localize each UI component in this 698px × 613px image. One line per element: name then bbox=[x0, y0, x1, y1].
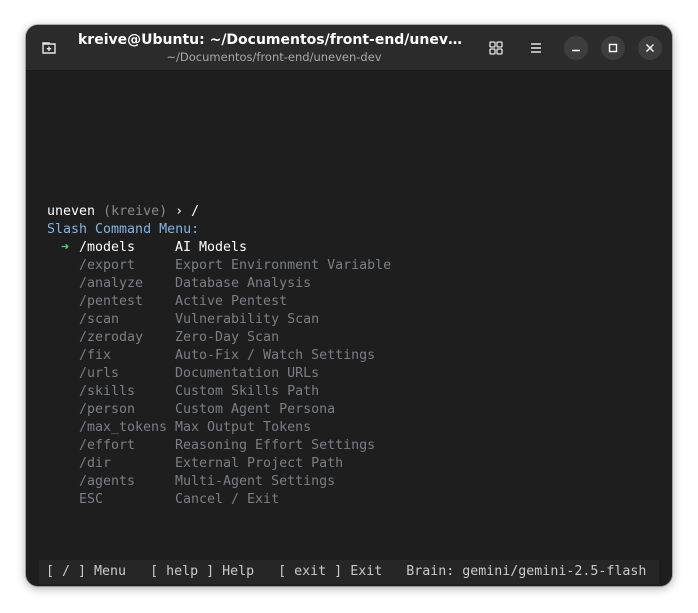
command-item[interactable]: /skills Custom Skills Path bbox=[47, 383, 319, 401]
prompt-app: uneven bbox=[47, 204, 96, 219]
status-brain: Brain: gemini/gemini-2.5-flash bbox=[406, 564, 647, 579]
menu-title: Slash Command Menu: bbox=[47, 222, 200, 237]
command-description: AI Models bbox=[175, 240, 248, 255]
command-description: Documentation URLs bbox=[175, 366, 320, 381]
command-description: Auto-Fix / Watch Settings bbox=[175, 348, 376, 363]
window-subtitle: ~/Documentos/front-end/uneven-dev bbox=[166, 50, 382, 64]
command-item[interactable]: ESC Cancel / Exit bbox=[47, 491, 279, 509]
prompt-user: (kreive) bbox=[103, 204, 168, 219]
window-title: kreive@Ubuntu: ~/Documentos/front-end/un… bbox=[78, 32, 470, 48]
new-tab-icon[interactable] bbox=[40, 39, 58, 57]
title-bar: kreive@Ubuntu: ~/Documentos/front-end/un… bbox=[26, 25, 672, 71]
maximize-button[interactable] bbox=[601, 36, 625, 60]
command-name: /dir bbox=[79, 456, 112, 471]
prompt-line: uneven (kreive) › / bbox=[47, 203, 199, 221]
minimize-button[interactable] bbox=[564, 36, 588, 60]
command-name: /analyze bbox=[79, 276, 144, 291]
command-description: Custom Skills Path bbox=[175, 384, 320, 399]
grid-icon[interactable] bbox=[487, 39, 505, 57]
command-name: /export bbox=[79, 258, 136, 273]
command-name: /scan bbox=[79, 312, 120, 327]
command-item[interactable]: /person Custom Agent Persona bbox=[47, 401, 335, 419]
close-button[interactable] bbox=[638, 36, 662, 60]
command-item[interactable]: /fix Auto-Fix / Watch Settings bbox=[47, 347, 375, 365]
command-name: /max_tokens bbox=[79, 420, 168, 435]
status-bar: [ / ] Menu [ help ] Help [ exit ] Exit Brai… bbox=[39, 560, 659, 584]
command-item[interactable]: /analyze Database Analysis bbox=[47, 275, 311, 293]
command-item-selected[interactable]: ➜ /models AI Models bbox=[47, 239, 247, 257]
command-name: /person bbox=[79, 402, 136, 417]
command-item[interactable]: /zeroday Zero-Day Scan bbox=[47, 329, 279, 347]
command-name: /agents bbox=[79, 474, 136, 489]
command-description: External Project Path bbox=[175, 456, 344, 471]
command-item[interactable]: /export Export Environment Variable bbox=[47, 257, 391, 275]
command-description: Export Environment Variable bbox=[175, 258, 392, 273]
prompt-input: / bbox=[191, 204, 200, 219]
status-menu: [ / ] Menu bbox=[46, 564, 127, 579]
selector-arrow-icon: ➜ bbox=[61, 240, 70, 255]
command-name: /pentest bbox=[79, 294, 144, 309]
command-name: /skills bbox=[79, 384, 136, 399]
command-name: /effort bbox=[79, 438, 136, 453]
command-name: /urls bbox=[79, 366, 120, 381]
command-name: /zeroday bbox=[79, 330, 144, 345]
command-name: /fix bbox=[79, 348, 112, 363]
command-description: Multi-Agent Settings bbox=[175, 474, 336, 489]
command-description: Max Output Tokens bbox=[175, 420, 312, 435]
command-item[interactable]: /pentest Active Pentest bbox=[47, 293, 287, 311]
command-item[interactable]: /urls Documentation URLs bbox=[47, 365, 319, 383]
minimize-icon bbox=[572, 49, 580, 52]
command-description: Cancel / Exit bbox=[175, 492, 280, 507]
command-description: Vulnerability Scan bbox=[175, 312, 320, 327]
command-name: ESC bbox=[79, 492, 104, 507]
command-name: /models bbox=[79, 240, 136, 255]
command-description: Database Analysis bbox=[175, 276, 312, 291]
command-item[interactable]: /dir External Project Path bbox=[47, 455, 343, 473]
command-description: Reasoning Effort Settings bbox=[175, 438, 376, 453]
command-item[interactable]: /effort Reasoning Effort Settings bbox=[47, 437, 375, 455]
close-icon bbox=[645, 43, 655, 53]
command-description: Zero-Day Scan bbox=[175, 330, 280, 345]
terminal-content[interactable]: uneven (kreive) › / Slash Command Menu: … bbox=[26, 71, 672, 586]
command-description: Active Pentest bbox=[175, 294, 288, 309]
terminal-window: kreive@Ubuntu: ~/Documentos/front-end/un… bbox=[26, 25, 672, 586]
command-item[interactable]: /max_tokens Max Output Tokens bbox=[47, 419, 311, 437]
prompt-arrow: › bbox=[175, 204, 184, 219]
hamburger-menu-icon[interactable] bbox=[527, 39, 545, 57]
status-exit: [ exit ] Exit bbox=[278, 564, 383, 579]
command-description: Custom Agent Persona bbox=[175, 402, 336, 417]
command-item[interactable]: /scan Vulnerability Scan bbox=[47, 311, 319, 329]
command-item[interactable]: /agents Multi-Agent Settings bbox=[47, 473, 335, 491]
status-help: [ help ] Help bbox=[150, 564, 255, 579]
maximize-icon bbox=[608, 43, 618, 53]
